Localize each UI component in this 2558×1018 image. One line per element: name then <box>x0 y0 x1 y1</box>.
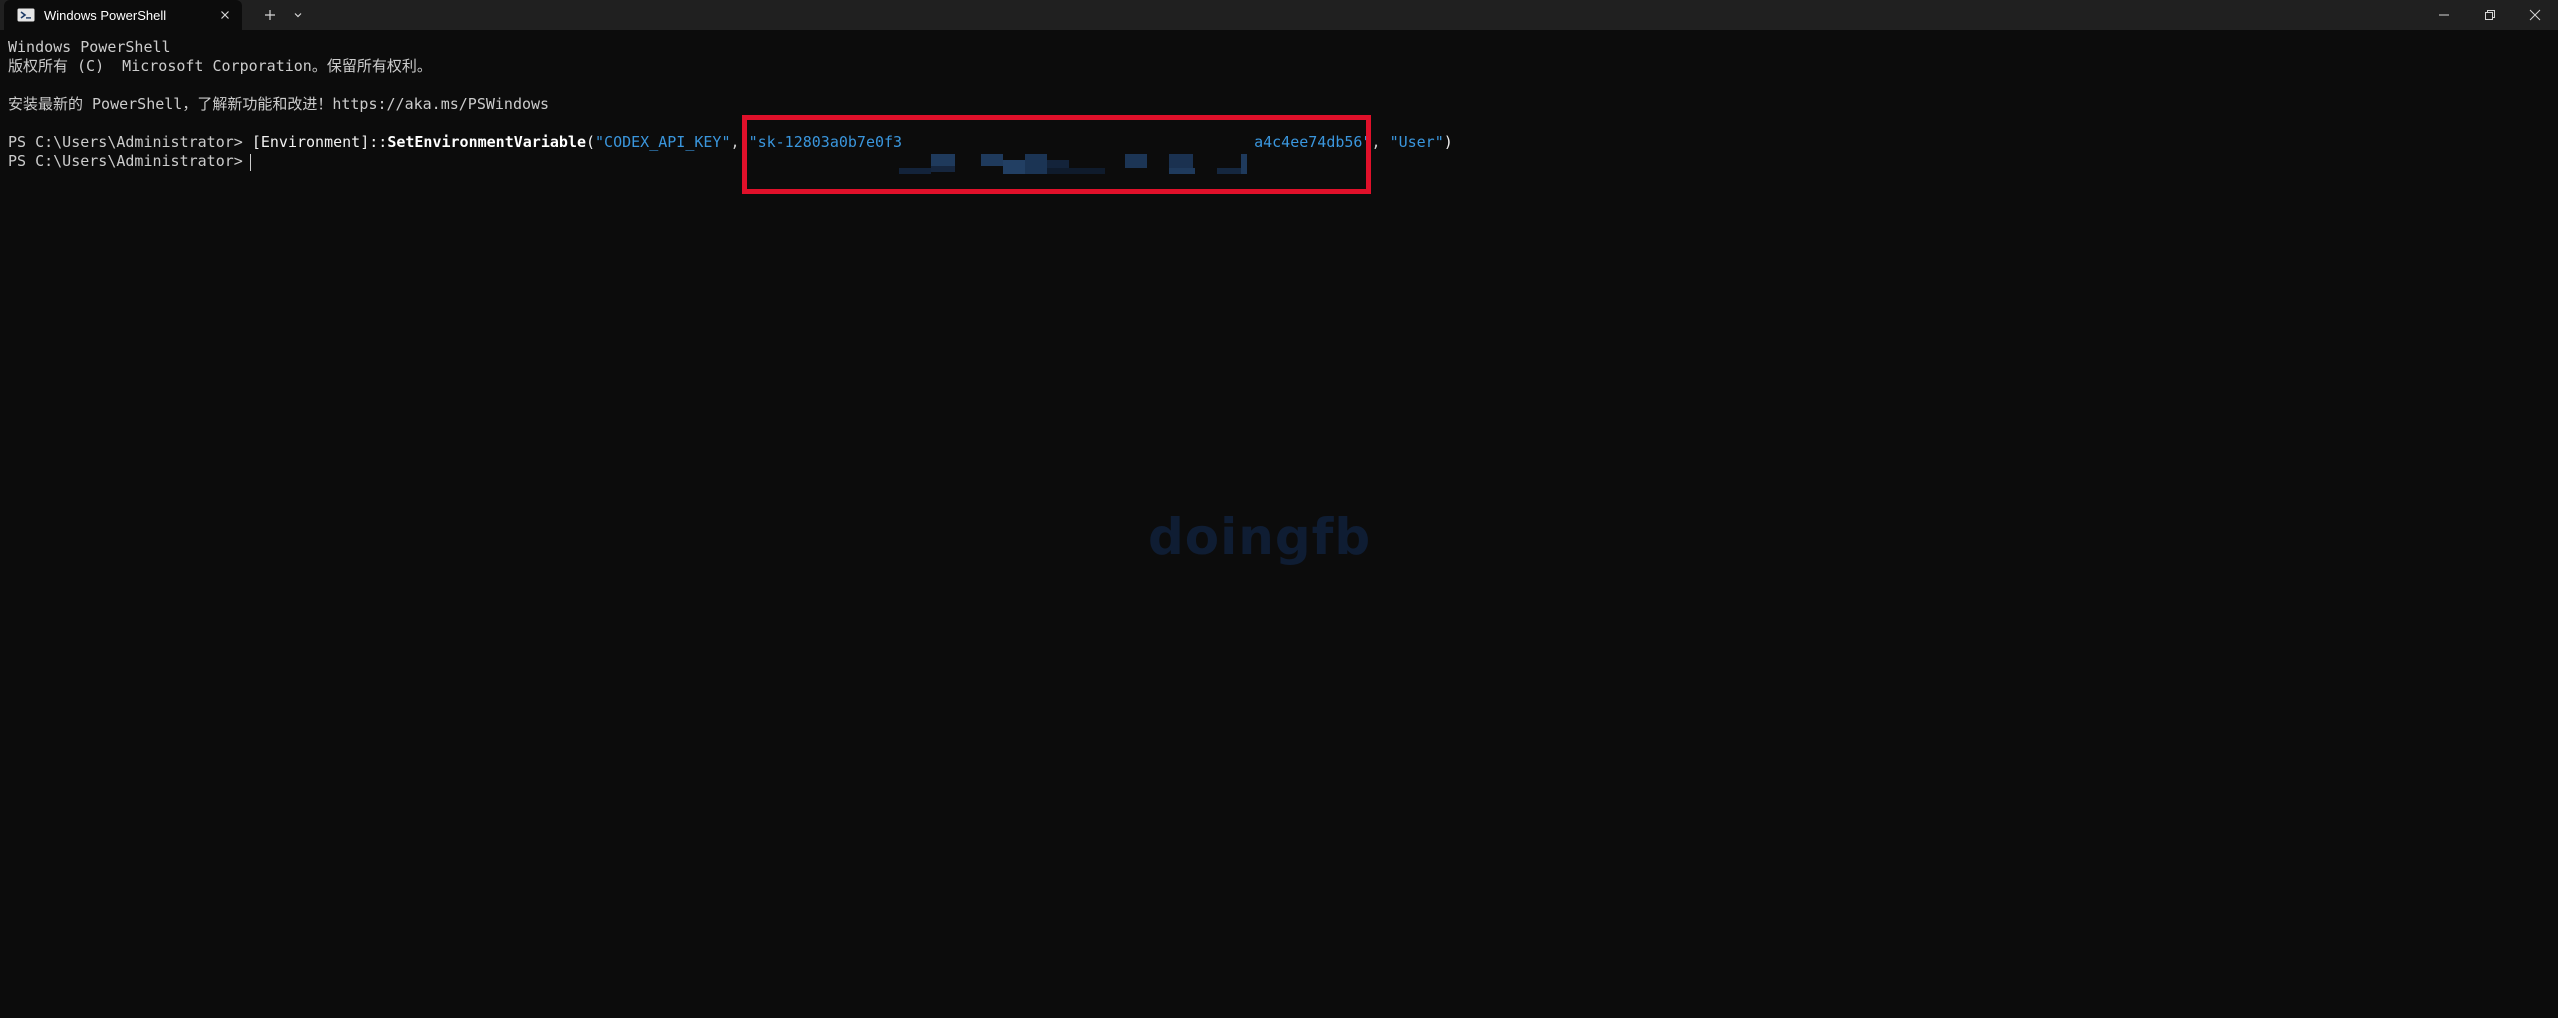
close-icon[interactable] <box>2512 0 2558 30</box>
close-tab-icon[interactable] <box>217 7 233 23</box>
banner-title: Windows PowerShell <box>8 38 171 56</box>
tab-title: Windows PowerShell <box>44 8 167 23</box>
title-bar: Windows PowerShell <box>0 0 2558 30</box>
arg-scope: "User" <box>1389 133 1444 151</box>
copyright-line: 版权所有 (C) Microsoft Corporation。保留所有权利。 <box>8 57 432 75</box>
highlight-box <box>742 115 1371 194</box>
minimize-icon[interactable] <box>2421 0 2467 30</box>
close-paren: ) <box>1443 133 1453 151</box>
watermark: doingfb <box>1148 508 1372 566</box>
open-paren: ( <box>586 133 596 151</box>
powershell-icon <box>17 8 35 22</box>
prompt: PS C:\Users\Administrator> <box>8 133 252 151</box>
install-hint-line: 安装最新的 PowerShell，了解新功能和改进！https://aka.ms… <box>8 95 550 113</box>
tab-windows-powershell[interactable]: Windows PowerShell <box>4 0 242 30</box>
text-cursor <box>250 154 251 171</box>
prompt-line: PS C:\Users\Administrator> <box>8 152 252 170</box>
arg-separator: , <box>1371 133 1390 151</box>
restore-icon[interactable] <box>2467 0 2513 30</box>
chevron-down-icon[interactable] <box>288 5 308 25</box>
terminal-area[interactable]: Windows PowerShell 版权所有 (C) Microsoft Co… <box>0 30 2558 1018</box>
plus-icon[interactable] <box>260 5 280 25</box>
type-name: [Environment]:: <box>251 133 388 151</box>
arg-variable-name: "CODEX_API_KEY" <box>595 133 731 151</box>
method-name: SetEnvironmentVariable <box>387 133 586 151</box>
